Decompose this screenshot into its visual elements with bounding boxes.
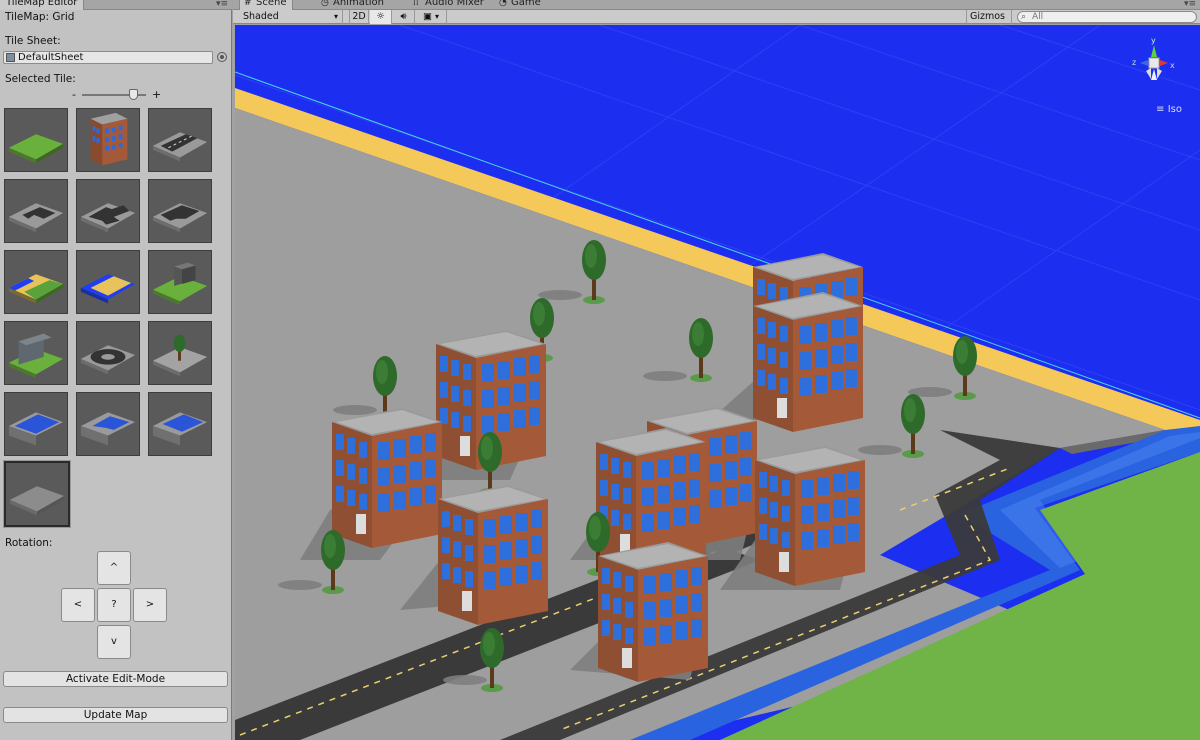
tile-road-straight[interactable] <box>148 108 212 172</box>
tab-game[interactable]: ◔ Game <box>495 0 546 10</box>
chevron-down-icon: ▾ <box>333 12 338 21</box>
scene-render <box>235 25 1200 740</box>
mixer-icon: ⁞⁞ <box>413 0 419 8</box>
tilemap-editor-panel: TileMap Editor ▾≡ TileMap: Grid Tile She… <box>0 0 232 740</box>
axis-x-label: x <box>1170 61 1175 70</box>
tile-building[interactable] <box>76 108 140 172</box>
rotate-right-button[interactable]: > <box>133 588 167 622</box>
tile-plain-ground-selected[interactable] <box>3 460 71 528</box>
tab-animation-label: Animation <box>333 0 384 8</box>
selected-tile-label: Selected Tile: <box>5 73 76 85</box>
scene-tab-bar: # Scene ◷ Animation ⁞⁞ Audio Mixer ◔ Game ▾≡ <box>233 0 1200 10</box>
tab-scene-label: Scene <box>256 0 287 8</box>
gizmos-dropdown[interactable]: Gizmos ▾ <box>966 10 1012 34</box>
tile-grass[interactable] <box>4 108 68 172</box>
object-picker-icon[interactable] <box>217 52 227 62</box>
scene-viewport[interactable]: y x z ≡ Iso <box>235 25 1200 740</box>
panel-tab-bar: TileMap Editor ▾≡ <box>0 0 232 10</box>
tile-tree[interactable] <box>148 321 212 385</box>
activate-edit-mode-button[interactable]: Activate Edit-Mode <box>3 671 228 687</box>
tile-water-corner[interactable] <box>76 392 140 456</box>
sheet-asset-icon <box>6 53 15 62</box>
scene-menu-icon[interactable]: ▾≡ <box>1184 0 1196 9</box>
tilemap-editor-tab[interactable]: TileMap Editor <box>0 0 85 10</box>
zoom-plus-label: + <box>152 88 162 101</box>
scene-search-input[interactable]: ⌕ All <box>1017 11 1197 23</box>
tile-wall-grass[interactable] <box>4 321 68 385</box>
rotate-up-button[interactable]: ^ <box>97 551 131 585</box>
clock-icon: ◷ <box>321 0 329 8</box>
tile-water-end[interactable] <box>148 392 212 456</box>
zoom-minus-label: - <box>72 88 76 101</box>
tile-zoom-slider-handle[interactable] <box>129 89 138 100</box>
grid-icon: # <box>244 0 252 8</box>
rotate-left-button[interactable]: < <box>61 588 95 622</box>
shading-mode-dropdown[interactable]: Shaded ▾ <box>239 10 343 24</box>
tab-audio-mixer[interactable]: ⁞⁞ Audio Mixer <box>409 0 489 10</box>
panel-menu-icon[interactable]: ▾≡ <box>216 0 228 9</box>
speaker-icon: 🔊︎ <box>400 11 407 22</box>
tile-road-cross[interactable] <box>76 179 140 243</box>
pacman-icon: ◔ <box>499 0 507 8</box>
projection-value: Iso <box>1167 104 1182 115</box>
tab-scene[interactable]: # Scene <box>239 0 293 10</box>
tab-animation[interactable]: ◷ Animation <box>317 0 389 10</box>
axis-z-label: z <box>1132 58 1136 67</box>
tile-water-channel[interactable] <box>4 392 68 456</box>
update-map-button[interactable]: Update Map <box>3 707 228 723</box>
tile-beach-water[interactable] <box>76 250 140 314</box>
tilemap-title: TileMap: Grid <box>5 11 75 23</box>
scene-audio-toggle[interactable]: 🔊︎ <box>393 10 415 24</box>
tab-game-label: Game <box>511 0 541 8</box>
tile-beach-grass[interactable] <box>4 250 68 314</box>
scene-lighting-toggle[interactable]: ☼ <box>370 10 392 24</box>
tile-sheet-field[interactable]: DefaultSheet <box>3 51 213 64</box>
tile-grass-box[interactable] <box>148 250 212 314</box>
rotation-label: Rotation: <box>5 537 53 549</box>
menu-lines-icon: ≡ <box>1156 104 1168 115</box>
toggle-2d-button[interactable]: 2D <box>349 10 369 24</box>
tile-sheet-value: DefaultSheet <box>18 52 84 63</box>
rotate-center-button[interactable]: ? <box>97 588 131 622</box>
tab-audio-mixer-label: Audio Mixer <box>425 0 484 8</box>
tile-roundabout[interactable] <box>76 321 140 385</box>
scene-effects-dropdown[interactable]: ▣ ▾ <box>417 10 447 24</box>
chevron-down-icon: ▾ <box>435 12 440 21</box>
orientation-gizmo[interactable]: y x z <box>1124 35 1184 115</box>
tile-road-t-junction[interactable] <box>148 179 212 243</box>
tile-road-corner[interactable] <box>4 179 68 243</box>
search-icon: ⌕ <box>1021 12 1027 22</box>
gizmos-label: Gizmos <box>970 11 1006 22</box>
shading-mode-value: Shaded <box>243 11 279 22</box>
rotate-down-button[interactable]: v <box>97 625 131 659</box>
projection-label[interactable]: ≡ Iso <box>1156 104 1182 115</box>
tile-sheet-label: Tile Sheet: <box>5 35 61 47</box>
image-icon: ▣ <box>423 11 432 22</box>
axis-y-label: y <box>1151 36 1156 45</box>
scene-toolbar: Shaded ▾ 2D ☼ 🔊︎ ▣ ▾ Gizmos ▾ ⌕ All <box>233 10 1200 34</box>
sun-icon: ☼ <box>376 11 385 22</box>
scene-search-placeholder: All <box>1032 12 1044 22</box>
